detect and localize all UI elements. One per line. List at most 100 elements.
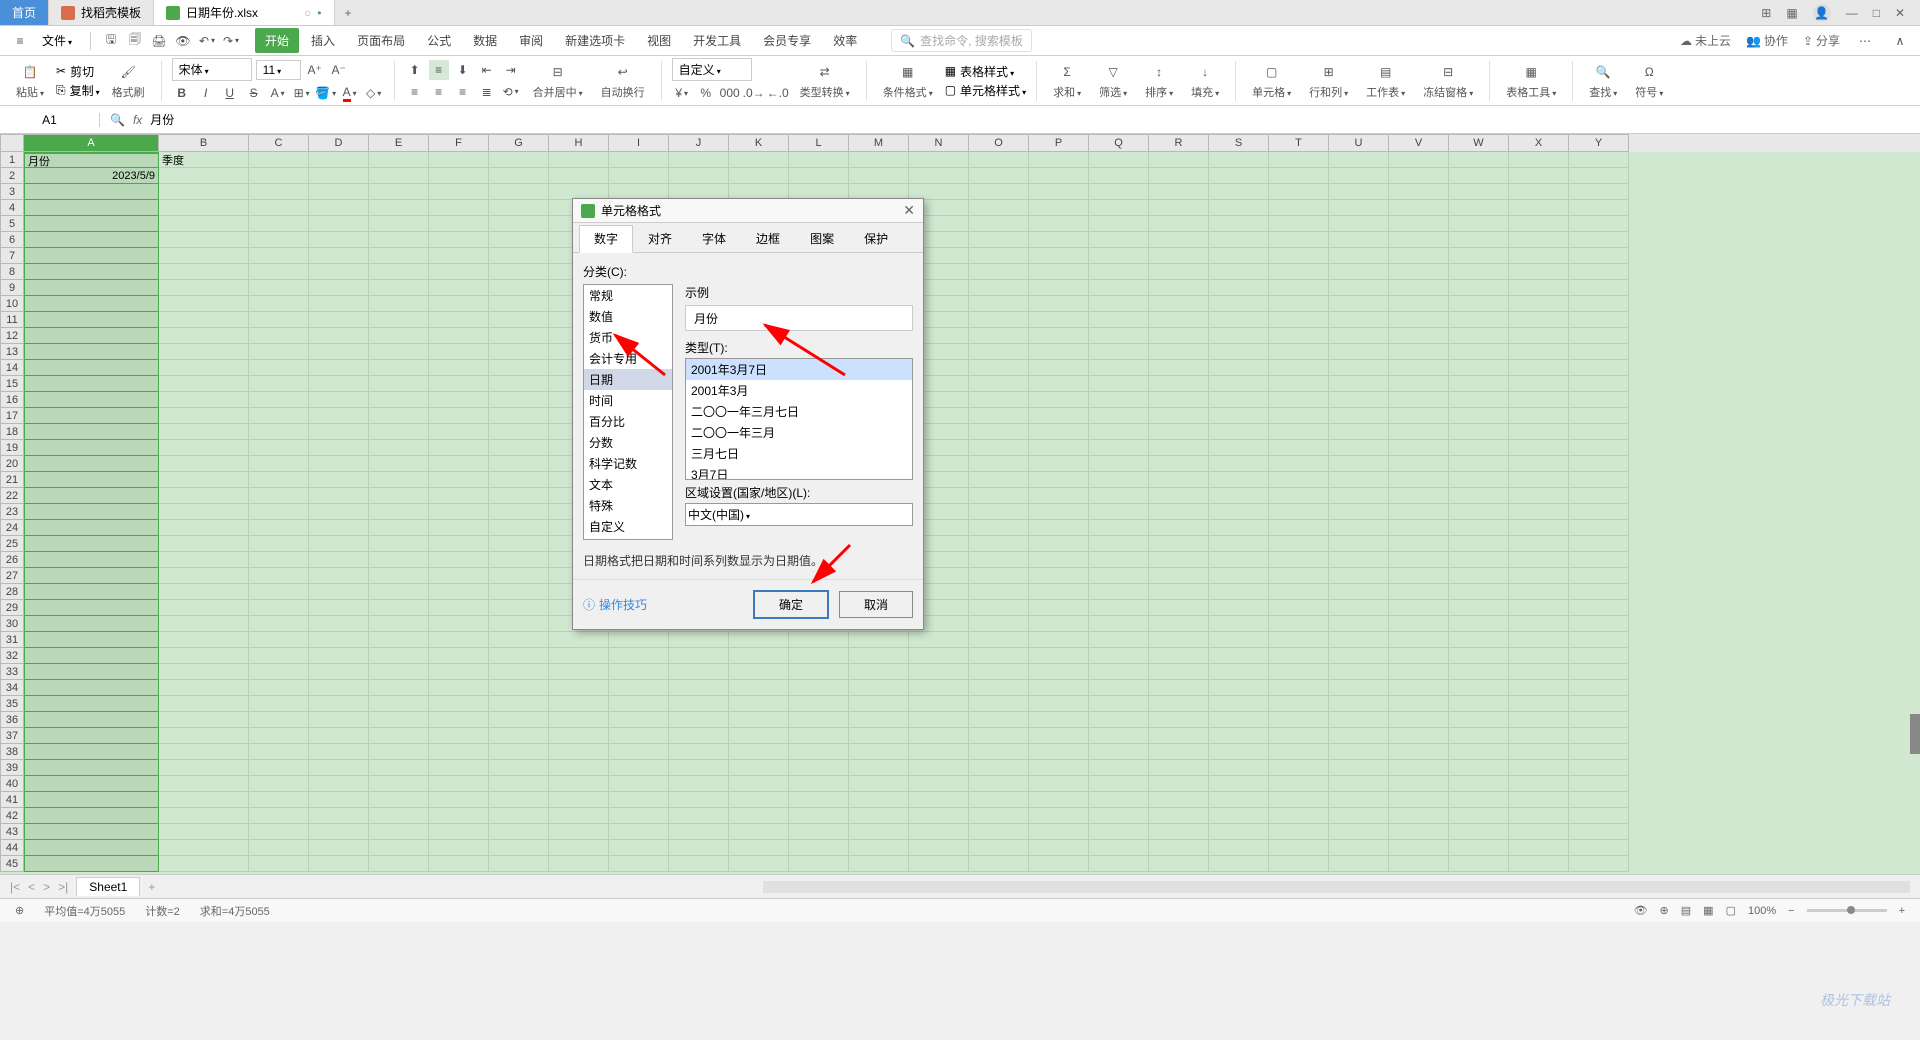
bold-icon[interactable]: B (172, 83, 192, 103)
cell-Y39[interactable] (1569, 760, 1629, 776)
cell-O31[interactable] (969, 632, 1029, 648)
cell-T13[interactable] (1269, 344, 1329, 360)
cell-B31[interactable] (159, 632, 249, 648)
cell-U10[interactable] (1329, 296, 1389, 312)
cell-W7[interactable] (1449, 248, 1509, 264)
cell-J45[interactable] (669, 856, 729, 872)
cell-G1[interactable] (489, 152, 549, 168)
cell-T45[interactable] (1269, 856, 1329, 872)
close-button[interactable]: ✕ (1895, 6, 1905, 20)
cell-V44[interactable] (1389, 840, 1449, 856)
category-item[interactable]: 日期 (584, 369, 672, 390)
cell-M32[interactable] (849, 648, 909, 664)
cell-K37[interactable] (729, 728, 789, 744)
cell-G23[interactable] (489, 504, 549, 520)
cell-V19[interactable] (1389, 440, 1449, 456)
cell-A43[interactable] (24, 824, 159, 840)
cell-D12[interactable] (309, 328, 369, 344)
type-item[interactable]: 二〇〇一年三月 (686, 422, 912, 443)
cell-X10[interactable] (1509, 296, 1569, 312)
cell-G38[interactable] (489, 744, 549, 760)
cell-P5[interactable] (1029, 216, 1089, 232)
cell-Q3[interactable] (1089, 184, 1149, 200)
select-all-corner[interactable] (0, 134, 24, 152)
cell-S11[interactable] (1209, 312, 1269, 328)
menu-hamburger-icon[interactable]: ≡ (10, 31, 30, 51)
cell-T14[interactable] (1269, 360, 1329, 376)
cell-N44[interactable] (909, 840, 969, 856)
cell-Q18[interactable] (1089, 424, 1149, 440)
dialog-titlebar[interactable]: 单元格格式 ✕ (573, 199, 923, 223)
cell-B2[interactable] (159, 168, 249, 184)
redo-icon[interactable]: ↷ (221, 31, 241, 51)
col-header-E[interactable]: E (369, 134, 429, 152)
cell-V24[interactable] (1389, 520, 1449, 536)
cell-S40[interactable] (1209, 776, 1269, 792)
row-header-19[interactable]: 19 (0, 440, 24, 456)
cell-O21[interactable] (969, 472, 1029, 488)
cell-F16[interactable] (429, 392, 489, 408)
cell-D24[interactable] (309, 520, 369, 536)
cell-W29[interactable] (1449, 600, 1509, 616)
cell-O22[interactable] (969, 488, 1029, 504)
cell-U42[interactable] (1329, 808, 1389, 824)
cell-F11[interactable] (429, 312, 489, 328)
cell-X16[interactable] (1509, 392, 1569, 408)
cell-V17[interactable] (1389, 408, 1449, 424)
cell-E14[interactable] (369, 360, 429, 376)
cell-L35[interactable] (789, 696, 849, 712)
cell-R39[interactable] (1149, 760, 1209, 776)
cell-K1[interactable] (729, 152, 789, 168)
cell-Q15[interactable] (1089, 376, 1149, 392)
cell-N42[interactable] (909, 808, 969, 824)
cell-T27[interactable] (1269, 568, 1329, 584)
cell-A18[interactable] (24, 424, 159, 440)
cell-X13[interactable] (1509, 344, 1569, 360)
cell-B43[interactable] (159, 824, 249, 840)
col-header-V[interactable]: V (1389, 134, 1449, 152)
cell-S29[interactable] (1209, 600, 1269, 616)
cell-U20[interactable] (1329, 456, 1389, 472)
cell-A38[interactable] (24, 744, 159, 760)
cell-Y35[interactable] (1569, 696, 1629, 712)
cell-C20[interactable] (249, 456, 309, 472)
cell-E37[interactable] (369, 728, 429, 744)
cell-Q37[interactable] (1089, 728, 1149, 744)
cell-F24[interactable] (429, 520, 489, 536)
italic-icon[interactable]: I (196, 83, 216, 103)
cell-R6[interactable] (1149, 232, 1209, 248)
cell-A25[interactable] (24, 536, 159, 552)
cell-U22[interactable] (1329, 488, 1389, 504)
cell-A35[interactable] (24, 696, 159, 712)
cell-R25[interactable] (1149, 536, 1209, 552)
cell-R7[interactable] (1149, 248, 1209, 264)
cell-T15[interactable] (1269, 376, 1329, 392)
cell-R11[interactable] (1149, 312, 1209, 328)
cell-A19[interactable] (24, 440, 159, 456)
cell-O26[interactable] (969, 552, 1029, 568)
cell-U39[interactable] (1329, 760, 1389, 776)
cell-X31[interactable] (1509, 632, 1569, 648)
cell-I2[interactable] (609, 168, 669, 184)
col-header-N[interactable]: N (909, 134, 969, 152)
cell-C17[interactable] (249, 408, 309, 424)
sheet-tab[interactable]: Sheet1 (76, 877, 140, 896)
cell-X34[interactable] (1509, 680, 1569, 696)
cell-G37[interactable] (489, 728, 549, 744)
cell-Y3[interactable] (1569, 184, 1629, 200)
row-header-32[interactable]: 32 (0, 648, 24, 664)
cell-R4[interactable] (1149, 200, 1209, 216)
cell-P7[interactable] (1029, 248, 1089, 264)
cell-O29[interactable] (969, 600, 1029, 616)
cell-A22[interactable] (24, 488, 159, 504)
table-style-button[interactable]: ▦表格样式 (945, 63, 1026, 80)
cell-U30[interactable] (1329, 616, 1389, 632)
ribbon-tab-2[interactable]: 页面布局 (347, 28, 415, 53)
cell-U9[interactable] (1329, 280, 1389, 296)
cell-D38[interactable] (309, 744, 369, 760)
cell-R14[interactable] (1149, 360, 1209, 376)
cell-G31[interactable] (489, 632, 549, 648)
ribbon-tab-9[interactable]: 会员专享 (753, 28, 821, 53)
cell-M41[interactable] (849, 792, 909, 808)
cell-B39[interactable] (159, 760, 249, 776)
